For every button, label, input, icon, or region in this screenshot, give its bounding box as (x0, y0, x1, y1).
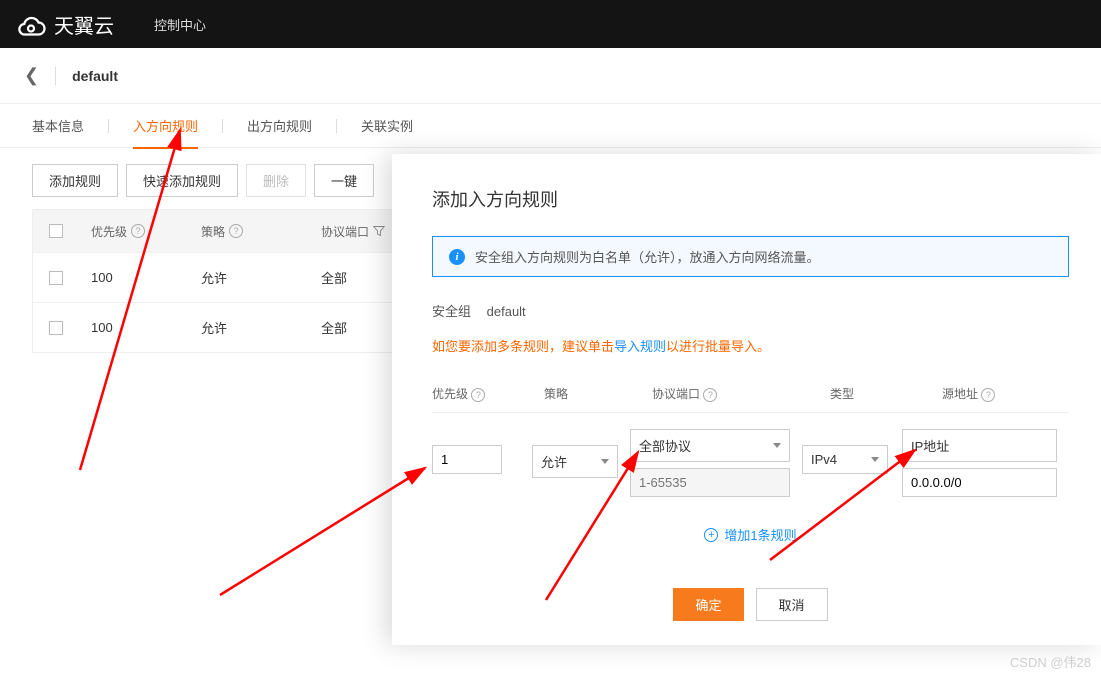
type-select[interactable]: IPv4 (802, 445, 888, 474)
sg-label: 安全组 (432, 304, 471, 319)
policy-select[interactable]: 允许 (532, 445, 618, 478)
delete-button: 删除 (246, 164, 306, 197)
cell-priority: 100 (79, 320, 189, 335)
control-center-link[interactable]: 控制中心 (154, 15, 206, 34)
topbar: 天翼云 控制中心 (0, 0, 1101, 48)
info-icon: i (449, 249, 465, 265)
col-priority: 优先级 (91, 223, 127, 240)
cancel-button[interactable]: 取消 (756, 588, 828, 621)
import-rules-link[interactable]: 导入规则 (614, 339, 666, 354)
tab-inbound-rules[interactable]: 入方向规则 (133, 104, 198, 149)
row-checkbox[interactable] (49, 321, 63, 335)
form-row: 允许 全部协议 IPv4 IP地址 (432, 413, 1069, 513)
tab-basic-info[interactable]: 基本信息 (32, 104, 84, 147)
add-another-rule: +增加1条规则 (432, 525, 1069, 544)
import-hint: 如您要添加多条规则，建议单击导入规则以进行批量导入。 (432, 336, 1069, 355)
chevron-down-icon (773, 443, 781, 448)
tab-outbound-rules[interactable]: 出方向规则 (247, 104, 312, 147)
plus-icon: + (704, 528, 718, 542)
add-inbound-rule-dialog: 添加入方向规则 i 安全组入方向规则为白名单（允许），放通入方向网络流量。 安全… (392, 154, 1101, 645)
quick-add-rule-button[interactable]: 快速添加规则 (126, 164, 238, 197)
add-another-rule-link[interactable]: +增加1条规则 (704, 525, 796, 544)
help-icon[interactable]: ? (471, 388, 485, 402)
port-input (630, 468, 790, 497)
brand-logo[interactable]: 天翼云 (16, 9, 114, 39)
priority-input[interactable] (432, 445, 502, 474)
dialog-title: 添加入方向规则 (432, 186, 1069, 212)
security-group-row: 安全组 default (432, 301, 1069, 320)
sg-value: default (487, 304, 526, 319)
page-title: default (72, 68, 118, 84)
tab-bar: 基本信息 入方向规则 出方向规则 关联实例 (0, 104, 1101, 148)
breadcrumb: ❮ default (0, 48, 1101, 104)
tab-related-instances[interactable]: 关联实例 (361, 104, 413, 147)
dialog-footer: 确定 取消 (432, 572, 1069, 621)
row-checkbox[interactable] (49, 271, 63, 285)
divider (55, 67, 56, 85)
info-banner: i 安全组入方向规则为白名单（允许），放通入方向网络流量。 (432, 236, 1069, 277)
help-icon[interactable]: ? (131, 224, 145, 238)
col-policy: 策略 (201, 223, 225, 240)
confirm-button[interactable]: 确定 (673, 588, 743, 621)
help-icon[interactable]: ? (981, 388, 995, 402)
select-all-checkbox[interactable] (49, 224, 63, 238)
brand-text: 天翼云 (54, 10, 114, 39)
source-kind-select[interactable]: IP地址 (902, 429, 1057, 462)
cell-priority: 100 (79, 270, 189, 285)
help-icon[interactable]: ? (703, 388, 717, 402)
one-key-button[interactable]: 一键 (314, 164, 374, 197)
chevron-down-icon (601, 459, 609, 464)
help-icon[interactable]: ? (229, 224, 243, 238)
add-rule-button[interactable]: 添加规则 (32, 164, 118, 197)
chevron-down-icon (871, 457, 879, 462)
watermark: CSDN @伟28 (1010, 652, 1091, 671)
filter-icon[interactable] (373, 225, 385, 237)
col-port: 协议端口 (321, 223, 369, 240)
cell-policy: 允许 (189, 318, 309, 337)
back-button[interactable]: ❮ (24, 65, 39, 86)
form-header: 优先级 ? 策略 协议端口 ? 类型 源地址 ? (432, 375, 1069, 413)
protocol-select[interactable]: 全部协议 (630, 429, 790, 462)
info-text: 安全组入方向规则为白名单（允许），放通入方向网络流量。 (475, 247, 820, 266)
cloud-icon (16, 9, 46, 39)
cell-policy: 允许 (189, 268, 309, 287)
source-value-input[interactable] (902, 468, 1057, 497)
